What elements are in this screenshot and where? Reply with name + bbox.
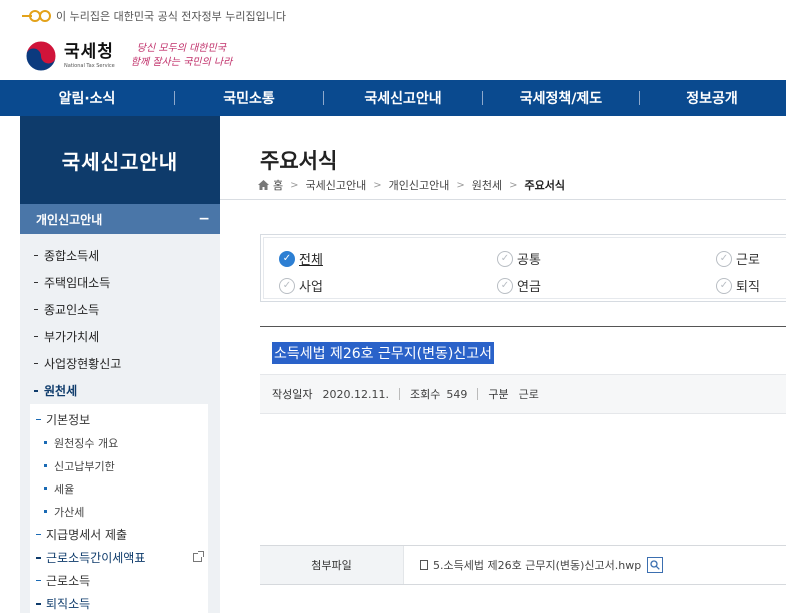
lnb-item-income-tax[interactable]: 종합소득세 xyxy=(20,242,220,269)
lnb-item-withholding-tax[interactable]: 원천세 xyxy=(20,377,220,404)
title-divider xyxy=(220,199,786,200)
check-icon: ✓ xyxy=(279,277,295,294)
lnb-sub-menu: 기본정보 원천징수 개요 신고납부기한 세율 가산세 지급명세서 제출 근로소득… xyxy=(30,404,208,615)
page-title: 주요서식 xyxy=(260,149,338,173)
section-label: 개인신고안내 xyxy=(36,212,103,227)
meta-divider xyxy=(398,388,400,400)
brand-logo[interactable]: 국세청 National Tax Service xyxy=(64,41,115,69)
breadcrumb-tax-filing[interactable]: 국세신고안내 xyxy=(306,177,367,193)
left-nav-section-personal[interactable]: 개인신고안내 − xyxy=(20,204,220,234)
filter-earned[interactable]: ✓ 근로 xyxy=(716,249,760,268)
meta-category-value: 근로 xyxy=(518,388,539,401)
breadcrumb-withholding[interactable]: 원천세 xyxy=(472,177,502,193)
lnb-sub-retirement-income[interactable]: 퇴직소득 xyxy=(30,592,208,615)
meta-category-label: 구분 xyxy=(488,388,509,401)
breadcrumb: 홈 > 국세신고안내 > 개인신고안내 > 원천세 > 주요서식 xyxy=(258,177,565,193)
gnb-item-tax-policy[interactable]: 국세정책/제도 xyxy=(483,88,639,108)
check-icon: ✓ xyxy=(497,250,513,267)
meta-date-label: 작성일자 xyxy=(272,388,313,401)
filter-retirement[interactable]: ✓ 퇴직 xyxy=(716,276,760,295)
breadcrumb-personal[interactable]: 개인신고안내 xyxy=(389,177,450,193)
check-icon: ✓ xyxy=(716,250,732,267)
breadcrumb-current: 주요서식 xyxy=(524,179,566,192)
attachment-file: 5.소득세법 제26호 근무지(변동)신고서.hwp xyxy=(404,557,664,573)
lnb-subsub-deadline[interactable]: 신고납부기한 xyxy=(30,454,208,477)
slogan-line-1: 당신 모두의 대한민국 xyxy=(136,43,226,54)
document-top-rule xyxy=(260,326,786,327)
check-icon: ✓ xyxy=(279,250,295,267)
attachment-label: 첨부파일 xyxy=(260,546,404,584)
lnb-item-religious-income[interactable]: 종교인소득 xyxy=(20,296,220,323)
taegeuk-emblem-icon[interactable] xyxy=(24,39,58,73)
breadcrumb-home[interactable]: 홈 xyxy=(273,177,283,193)
gov-notice-text: 이 누리집은 대한민국 공식 전자정부 누리집입니다 xyxy=(56,10,287,23)
brand-subtitle: National Tax Service xyxy=(64,62,115,69)
lnb-sub-earned-income[interactable]: 근로소득 xyxy=(30,569,208,592)
filter-pension[interactable]: ✓ 연금 xyxy=(497,276,541,295)
lnb-subsub-overview[interactable]: 원천징수 개요 xyxy=(30,431,208,454)
attachment-row: 첨부파일 5.소득세법 제26호 근무지(변동)신고서.hwp xyxy=(260,545,786,585)
collapse-icon[interactable]: − xyxy=(198,211,210,227)
chevron-right-icon: > xyxy=(290,179,299,191)
lnb-subsub-penalty[interactable]: 가산세 xyxy=(30,500,208,523)
document-meta: 작성일자 2020.12.11. 조회수 549 구분 근로 xyxy=(260,374,786,414)
gnb-item-news[interactable]: 알림·소식 xyxy=(0,88,174,108)
check-icon: ✓ xyxy=(497,277,513,294)
meta-date-value: 2020.12.11. xyxy=(322,387,389,401)
lnb-item-business-report[interactable]: 사업장현황신고 xyxy=(20,350,220,377)
global-nav: 알림·소식 국민소통 국세신고안내 국세정책/제도 정보공개 xyxy=(0,80,786,116)
lnb-item-vat[interactable]: 부가가치세 xyxy=(20,323,220,350)
gov-notice-bar: 이 누리집은 대한민국 공식 전자정부 누리집입니다 xyxy=(0,0,786,32)
filter-common[interactable]: ✓ 공통 xyxy=(497,249,541,268)
chevron-right-icon: > xyxy=(509,179,518,191)
meta-divider xyxy=(477,388,479,400)
site-header: 국세청 National Tax Service 당신 모두의 대한민국 함께 … xyxy=(0,32,786,80)
lnb-sub-simple-tax-table[interactable]: 근로소득간이세액표 xyxy=(30,546,208,569)
document-title: 소득세법 제26호 근무지(변동)신고서 xyxy=(272,342,494,364)
slogan: 당신 모두의 대한민국 함께 잘사는 국민의 나라 xyxy=(131,42,233,70)
lnb-sub-basic-info[interactable]: 기본정보 xyxy=(30,408,208,431)
left-nav-list: 종합소득세 주택임대소득 종교인소득 부가가치세 사업장현황신고 원천세 기본정… xyxy=(20,234,220,615)
chevron-right-icon: > xyxy=(373,179,382,191)
category-filter-box: ✓ 전체 ✓ 공통 ✓ 근로 ✓ 사업 ✓ 연금 ✓ 퇴직 xyxy=(260,234,786,302)
left-nav: 국세신고안내 개인신고안내 − 종합소득세 주택임대소득 종교인소득 부가가치세… xyxy=(20,116,220,615)
chevron-right-icon: > xyxy=(456,179,465,191)
search-icon xyxy=(650,560,660,570)
external-link-icon xyxy=(193,551,204,562)
lnb-sub-payment-statement[interactable]: 지급명세서 제출 xyxy=(30,523,208,546)
preview-button[interactable] xyxy=(647,557,664,573)
attachment-file-link[interactable]: 5.소득세법 제26호 근무지(변동)신고서.hwp xyxy=(433,557,641,573)
filter-all[interactable]: ✓ 전체 xyxy=(279,249,323,268)
brand-name: 국세청 xyxy=(64,41,114,62)
left-nav-title: 국세신고안내 xyxy=(20,116,220,204)
gnb-item-disclosure[interactable]: 정보공개 xyxy=(640,88,784,108)
gnb-item-tax-filing[interactable]: 국세신고안내 xyxy=(324,88,482,108)
filter-business[interactable]: ✓ 사업 xyxy=(279,276,323,295)
slogan-line-2: 함께 잘사는 국민의 나라 xyxy=(130,57,233,68)
file-icon xyxy=(420,560,428,570)
lnb-subsub-tax-rate[interactable]: 세율 xyxy=(30,477,208,500)
home-icon[interactable] xyxy=(258,180,269,190)
main-content: 주요서식 홈 > 국세신고안내 > 개인신고안내 > 원천세 > 주요서식 ✓ … xyxy=(220,116,786,613)
check-icon: ✓ xyxy=(716,277,732,294)
egov-logo-icon xyxy=(20,9,52,23)
meta-views-value: 549 xyxy=(446,387,468,401)
gnb-item-communication[interactable]: 국민소통 xyxy=(175,88,323,108)
meta-views-label: 조회수 xyxy=(409,388,441,401)
lnb-item-housing-rental[interactable]: 주택임대소득 xyxy=(20,269,220,296)
